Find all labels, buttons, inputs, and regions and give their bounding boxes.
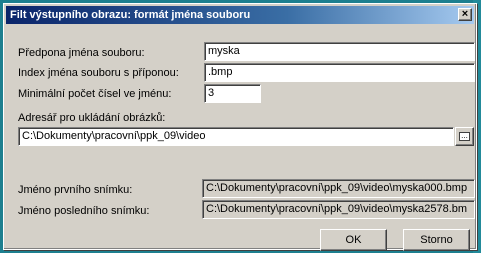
prefix-label: Předpona jména souboru:	[18, 47, 145, 59]
title-bar[interactable]: Filt výstupního obrazu: formát jména sou…	[6, 6, 474, 24]
last-frame-value: C:\Dokumenty\pracovní\ppk_09\video\myska…	[202, 200, 475, 219]
browse-button[interactable]: ...	[455, 127, 474, 146]
min-digits-label: Minimální počet čísel ve jménu:	[18, 88, 172, 100]
dir-label: Adresář pro ukládání obrázků:	[18, 112, 166, 124]
window-title: Filt výstupního obrazu: formát jména sou…	[10, 9, 251, 21]
first-frame-value: C:\Dokumenty\pracovní\ppk_09\video\myska…	[202, 179, 475, 198]
ok-button[interactable]: OK	[320, 229, 387, 251]
index-input[interactable]: .bmp	[204, 63, 475, 82]
last-frame-label: Jméno posledního snímku:	[18, 205, 150, 217]
cancel-button[interactable]: Storno	[403, 229, 470, 251]
dialog-window: Filt výstupního obrazu: formát jména sou…	[3, 3, 477, 251]
index-label: Index jména souboru s příponou:	[18, 67, 179, 79]
prefix-input[interactable]: myska	[204, 42, 475, 61]
dir-input[interactable]: C:\Dokumenty\pracovní\ppk_09\video	[18, 127, 454, 146]
first-frame-label: Jméno prvního snímku:	[18, 184, 133, 196]
min-digits-input[interactable]: 3	[204, 84, 261, 103]
folder-browse-icon: ...	[459, 132, 470, 141]
close-icon[interactable]: ×	[458, 8, 472, 21]
